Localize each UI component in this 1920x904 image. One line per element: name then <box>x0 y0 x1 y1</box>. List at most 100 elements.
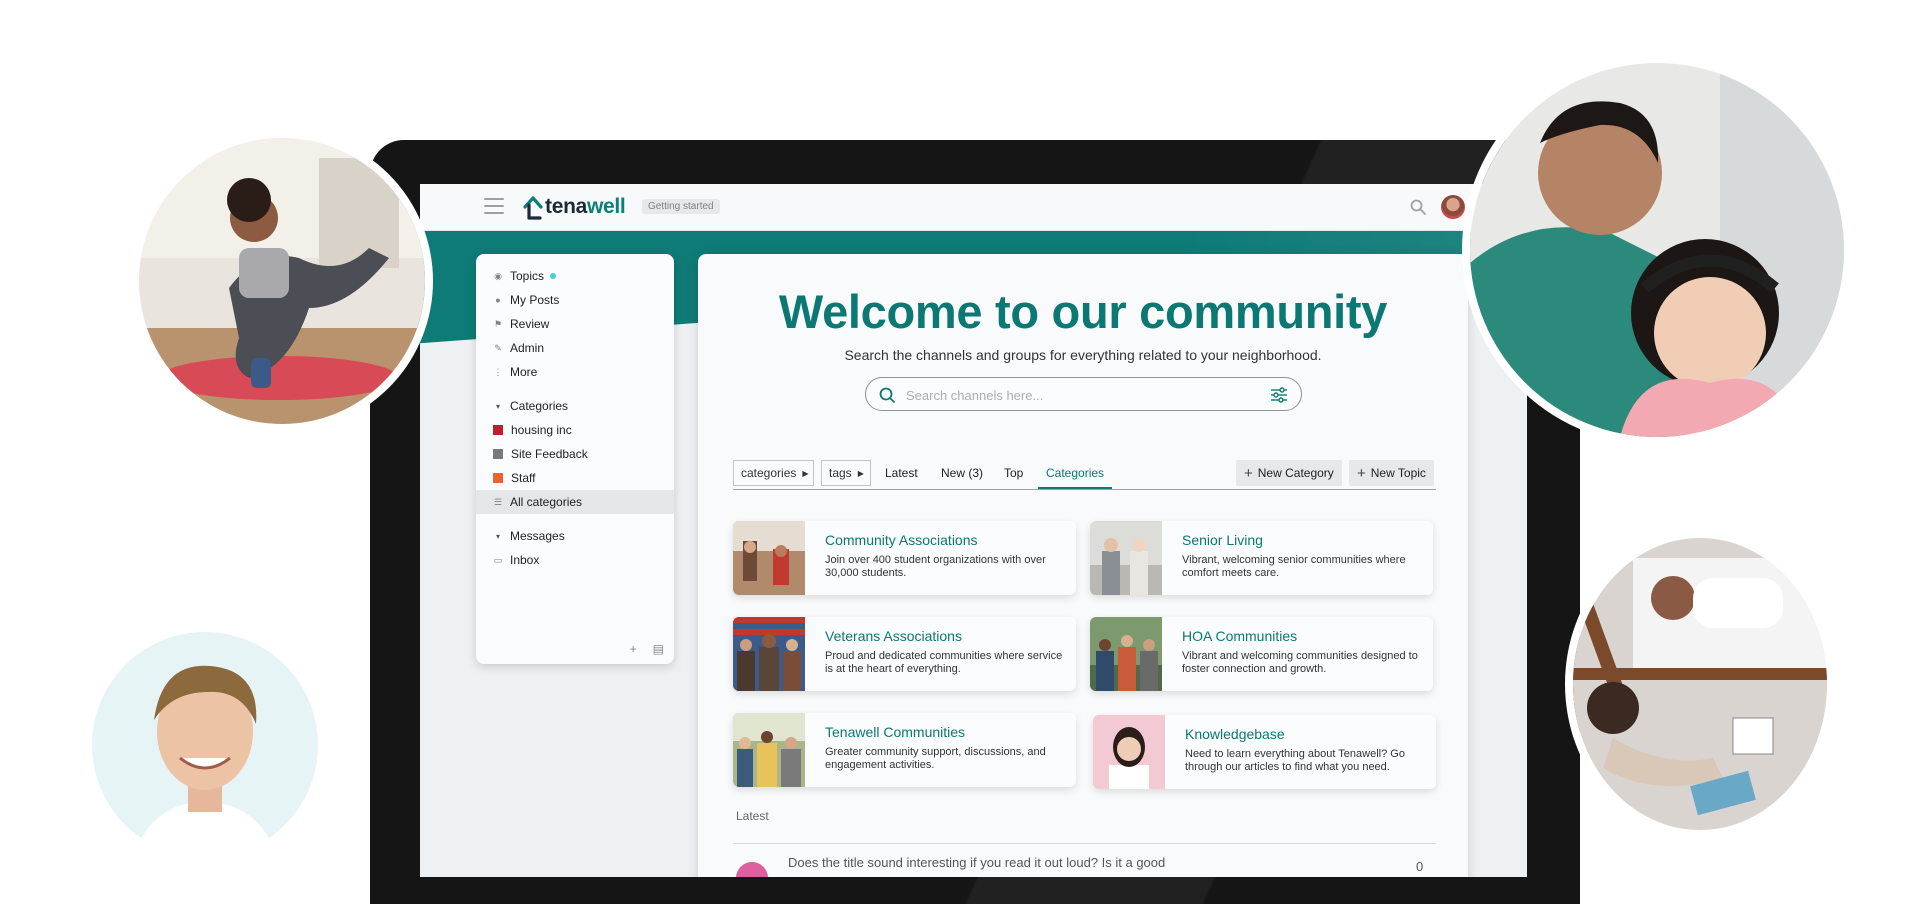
search-icon[interactable] <box>1409 198 1427 216</box>
reply-count: 0 <box>1416 859 1424 874</box>
tile-title: Knowledgebase <box>1185 726 1285 742</box>
list-icon: ☰ <box>493 496 503 507</box>
sidebar-item-label: Staff <box>511 471 536 485</box>
category-tile[interactable]: HOA Communities Vibrant and welcoming co… <box>1090 617 1433 691</box>
tile-title: Senior Living <box>1182 532 1263 548</box>
tile-title: HOA Communities <box>1182 628 1298 644</box>
unread-dot <box>550 273 557 279</box>
keyboard-icon[interactable]: ▤ <box>653 642 664 656</box>
category-tile[interactable]: Knowledgebase Need to learn everything a… <box>1093 715 1436 789</box>
caret-right-icon: ▶ <box>802 468 809 478</box>
sidebar-item-admin[interactable]: ✎ Admin <box>476 336 674 360</box>
add-section-icon[interactable]: + <box>630 642 637 656</box>
sidebar-item-label: More <box>510 365 538 379</box>
main-content: Welcome to our community Search the chan… <box>698 254 1468 877</box>
sidebar-item-my-posts[interactable]: ● My Posts <box>476 288 674 312</box>
sidebar: ◉ Topics ● My Posts ⚑ Review ✎ Admin ⋮ M… <box>476 254 674 664</box>
sidebar-item-review[interactable]: ⚑ Review <box>476 312 674 336</box>
smiling-man-photo <box>84 624 326 866</box>
wrench-icon: ✎ <box>494 342 502 353</box>
category-tile[interactable]: Tenawell Communities Greater community s… <box>733 713 1076 787</box>
user-icon: ● <box>495 295 501 305</box>
button-label: New Topic <box>1370 466 1426 480</box>
sidebar-item-label: Site Feedback <box>511 447 588 461</box>
chevron-down-icon: ▾ <box>495 401 500 411</box>
latest-topic-title[interactable]: Does the title sound interesting if you … <box>788 855 1165 870</box>
latest-section-label: Latest <box>736 809 769 823</box>
logo-wordmark: tenawell <box>545 195 626 219</box>
caret-right-icon: ▶ <box>857 468 864 478</box>
hamburger-menu-icon[interactable] <box>484 198 504 214</box>
site-logo[interactable]: tenawell <box>522 192 626 222</box>
fitness-woman-photo <box>131 130 433 432</box>
sidebar-category-staff[interactable]: Staff <box>476 466 674 490</box>
topic-nav: categories ▶ tags ▶ Latest New (3) Top Cat… <box>733 460 1436 490</box>
sidebar-item-label: All categories <box>510 495 583 509</box>
new-topic-button[interactable]: + New Topic <box>1349 460 1434 486</box>
layers-icon: ◉ <box>494 270 502 281</box>
section-label: Messages <box>510 529 565 543</box>
sidebar-footer: + ▤ <box>630 642 664 656</box>
messages-section-header[interactable]: ▾ Messages <box>476 524 674 548</box>
sidebar-item-label: My Posts <box>510 293 560 307</box>
tile-title: Veterans Associations <box>825 628 962 644</box>
marketing-stage: tenawell Getting started ◉ Topics ● My P… <box>0 0 1920 904</box>
community-associations-image <box>733 521 805 595</box>
section-label: Categories <box>510 399 569 413</box>
senior-living-image <box>1090 521 1162 595</box>
category-tile[interactable]: Community Associations Join over 400 stu… <box>733 521 1076 595</box>
search-input[interactable] <box>906 385 1246 405</box>
tile-description: Vibrant, welcoming senior communities wh… <box>1182 554 1406 579</box>
sidebar-item-label: housing inc <box>511 423 572 437</box>
category-tile[interactable]: Veterans Associations Proud and dedicate… <box>733 617 1076 691</box>
divider <box>733 843 1436 844</box>
sidebar-item-inbox[interactable]: ▭ Inbox <box>476 548 674 572</box>
logo-prefix: tena <box>545 195 587 218</box>
top-header: tenawell Getting started <box>420 184 1527 231</box>
page-title: Welcome to our community <box>778 285 1388 338</box>
category-color-swatch <box>493 473 503 483</box>
flag-icon: ⚑ <box>493 318 503 329</box>
category-color-swatch <box>493 449 503 459</box>
tab-categories[interactable]: Categories <box>1038 466 1113 489</box>
sidebar-category-housing-inc[interactable]: housing inc <box>476 418 674 442</box>
new-category-button[interactable]: + New Category <box>1236 460 1342 486</box>
logo-suffix: well <box>586 195 626 218</box>
sidebar-item-label: Topics <box>510 269 545 283</box>
category-tile[interactable]: Senior Living Vibrant, welcoming senior … <box>1090 521 1433 595</box>
sidebar-item-label: Admin <box>510 341 545 355</box>
app-screen: tenawell Getting started ◉ Topics ● My P… <box>420 184 1527 877</box>
tile-description: Greater community support, discussions, … <box>825 746 1046 771</box>
tile-title: Tenawell Communities <box>825 724 966 740</box>
plus-icon: + <box>1357 464 1366 482</box>
sidebar-item-topics[interactable]: ◉ Topics <box>476 264 674 288</box>
vertical-dots-icon: ⋮ <box>493 366 503 377</box>
sidebar-all-categories[interactable]: ☰ All categories <box>476 490 674 514</box>
user-avatar[interactable] <box>1441 195 1465 219</box>
tab-top[interactable]: Top <box>1004 466 1023 480</box>
categories-dropdown[interactable]: categories ▶ <box>733 460 814 486</box>
sidebar-item-more[interactable]: ⋮ More <box>476 360 674 384</box>
channel-search-box <box>865 377 1302 411</box>
search-icon <box>879 387 895 403</box>
chevron-down-icon: ▾ <box>495 531 500 541</box>
tags-dropdown[interactable]: tags ▶ <box>821 460 871 486</box>
categories-section-header[interactable]: ▾ Categories <box>476 394 674 418</box>
inbox-icon: ▭ <box>493 554 503 565</box>
button-label: New Category <box>1257 466 1334 480</box>
hoa-communities-image <box>1090 617 1162 691</box>
topic-author-avatar[interactable] <box>736 862 768 877</box>
tile-description: Join over 400 student organizations with… <box>825 554 1046 579</box>
getting-started-badge[interactable]: Getting started <box>642 199 720 214</box>
dropdown-label: categories <box>741 466 797 480</box>
tab-new[interactable]: New (3) <box>941 466 983 480</box>
sidebar-category-site-feedback[interactable]: Site Feedback <box>476 442 674 466</box>
tab-latest[interactable]: Latest <box>885 466 918 480</box>
filter-sliders-icon[interactable] <box>1269 386 1289 404</box>
knowledgebase-image <box>1093 715 1165 789</box>
category-color-swatch <box>493 425 503 435</box>
veterans-associations-image <box>733 617 805 691</box>
tile-description: Proud and dedicated communities where se… <box>825 650 1063 675</box>
tenawell-communities-image <box>733 713 805 787</box>
page-subtitle: Search the channels and groups for every… <box>844 347 1322 363</box>
